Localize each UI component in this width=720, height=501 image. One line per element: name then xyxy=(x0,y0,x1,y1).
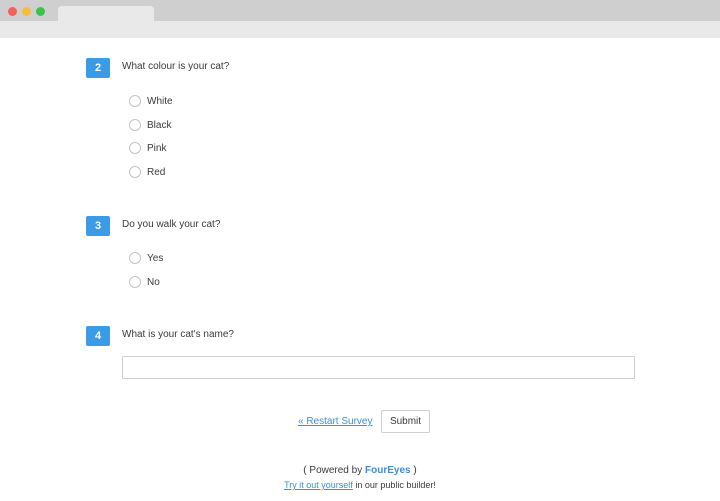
radio-button[interactable] xyxy=(129,252,141,264)
option-label: White xyxy=(147,95,173,107)
question-text: Do you walk your cat? xyxy=(122,219,221,230)
title-bar xyxy=(0,0,720,22)
minimize-window-button[interactable] xyxy=(22,7,31,16)
maximize-window-button[interactable] xyxy=(36,7,45,16)
restart-survey-link[interactable]: « Restart Survey xyxy=(298,416,372,427)
question-number-badge: 2 xyxy=(86,58,110,78)
submit-button[interactable]: Submit xyxy=(381,410,430,433)
option-pink[interactable]: Pink xyxy=(129,141,166,155)
option-label: Pink xyxy=(147,142,167,154)
question-text: What colour is your cat? xyxy=(122,61,230,72)
powered-prefix: ( Powered by xyxy=(303,465,365,476)
question-number-badge: 3 xyxy=(86,216,110,236)
try-it-out: Try it out yourself in our public builde… xyxy=(0,480,720,490)
browser-chrome xyxy=(0,0,720,38)
try-suffix: in our public builder! xyxy=(352,480,436,490)
try-it-out-link[interactable]: Try it out yourself xyxy=(284,480,353,490)
option-black[interactable]: Black xyxy=(129,118,171,132)
option-red[interactable]: Red xyxy=(129,165,165,179)
powered-suffix: ) xyxy=(410,465,417,476)
option-label: Black xyxy=(147,119,172,131)
question-text: What is your cat's name? xyxy=(122,329,234,340)
option-no[interactable]: No xyxy=(129,275,160,289)
option-white[interactable]: White xyxy=(129,94,173,108)
cat-name-input[interactable] xyxy=(122,356,635,379)
browser-tab[interactable] xyxy=(58,6,154,22)
option-yes[interactable]: Yes xyxy=(129,251,163,265)
radio-button[interactable] xyxy=(129,95,141,107)
close-window-button[interactable] xyxy=(8,7,17,16)
option-label: Yes xyxy=(147,252,164,264)
radio-button[interactable] xyxy=(129,276,141,288)
radio-button[interactable] xyxy=(129,142,141,154)
radio-button[interactable] xyxy=(129,119,141,131)
question-number-badge: 4 xyxy=(86,326,110,346)
powered-by: ( Powered by FourEyes ) xyxy=(0,465,720,476)
brand-link[interactable]: FourEyes xyxy=(365,465,411,476)
radio-button[interactable] xyxy=(129,166,141,178)
option-label: No xyxy=(147,276,160,288)
option-label: Red xyxy=(147,166,166,178)
